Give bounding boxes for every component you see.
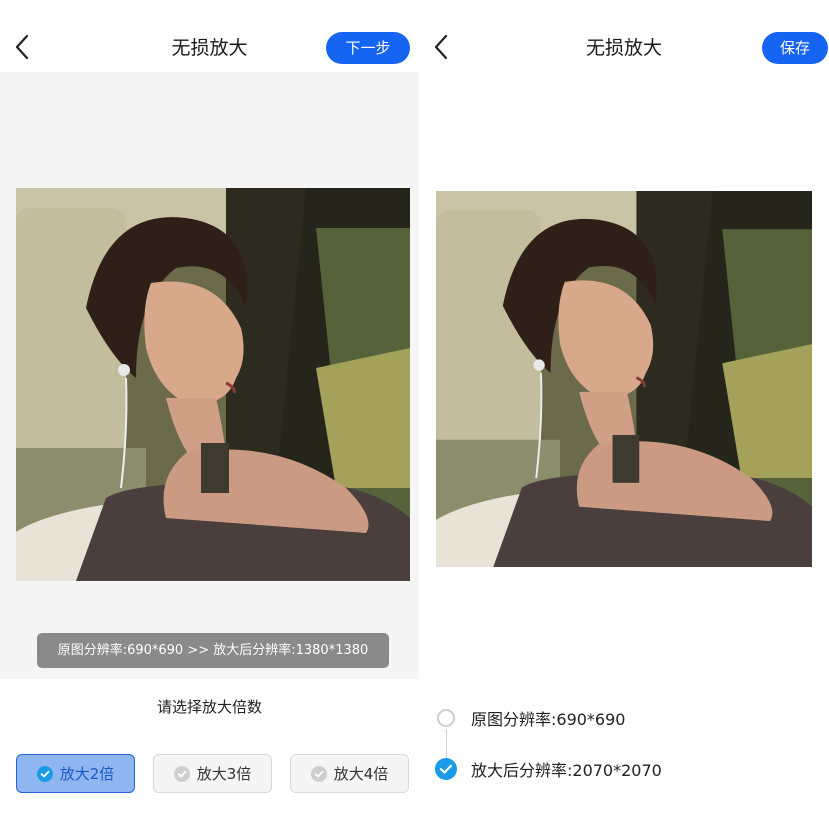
scale-option-3x[interactable]: 放大3倍	[153, 754, 272, 793]
check-circle-icon	[173, 765, 190, 782]
scale-option-4x[interactable]: 放大4倍	[290, 754, 409, 793]
top-nav-bar: 无损放大 下一步	[0, 0, 419, 72]
preview-photo	[16, 188, 410, 581]
upscale-result-screen: 无损放大 保存 原图分辨率:690*690 放大后分辨率:2070*2070	[419, 0, 829, 821]
scale-option-2x[interactable]: 放大2倍	[16, 754, 135, 793]
check-circle-icon	[435, 758, 457, 780]
upscaled-resolution-text: 放大后分辨率:2070*2070	[471, 761, 662, 780]
upscale-select-screen: 无损放大 下一步 原图分辨率:690*690 >> 放大后分辨率:1380*13…	[0, 0, 419, 821]
scale-option-label: 放大3倍	[196, 765, 252, 783]
scale-option-label: 放大2倍	[59, 765, 115, 783]
original-resolution-row: 原图分辨率:690*690	[435, 706, 625, 730]
empty-circle-icon	[435, 707, 457, 729]
next-step-button[interactable]: 下一步	[326, 32, 410, 64]
check-circle-icon	[36, 765, 53, 782]
connector-line	[446, 729, 447, 759]
check-circle-icon	[310, 765, 327, 782]
upscaled-resolution-row: 放大后分辨率:2070*2070	[435, 757, 662, 781]
top-nav-bar: 无损放大 保存	[419, 0, 829, 72]
result-photo	[436, 191, 812, 567]
original-resolution-text: 原图分辨率:690*690	[471, 710, 626, 729]
resolution-info-bar: 原图分辨率:690*690 >> 放大后分辨率:1380*1380	[37, 633, 389, 668]
scale-prompt: 请选择放大倍数	[156, 698, 262, 716]
save-button[interactable]: 保存	[762, 32, 828, 64]
scale-option-label: 放大4倍	[333, 765, 389, 783]
